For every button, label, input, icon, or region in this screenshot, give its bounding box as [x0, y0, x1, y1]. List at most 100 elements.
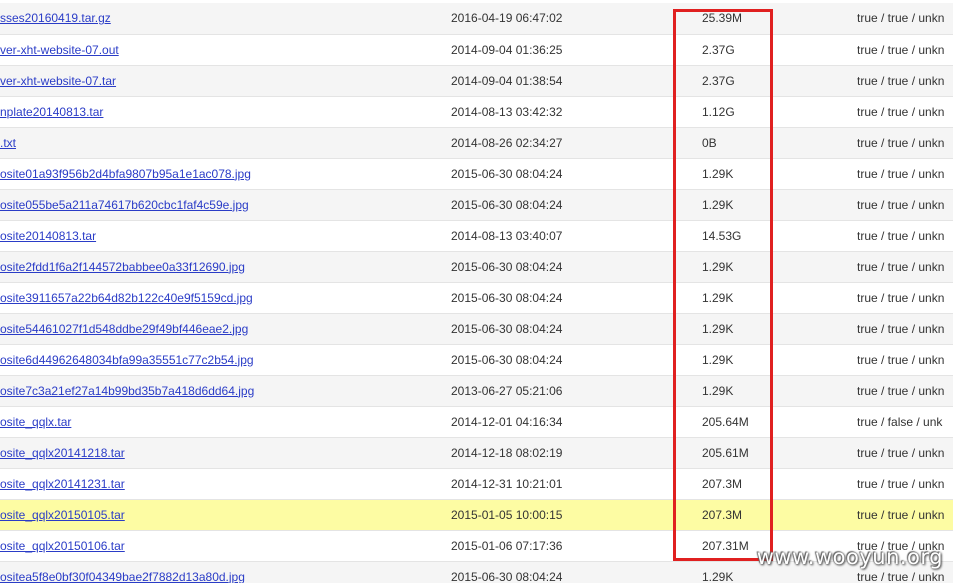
file-table: sses20160419.tar.gz 2016-04-19 06:47:02 25…: [0, 3, 953, 583]
table-row: osite_qqlx20141218.tar 2014-12-18 08:02:1…: [0, 437, 953, 469]
modified-date-cell: 2014-12-31 10:21:01: [451, 468, 702, 500]
table-row: osite6d44962648034bfa99a35551c77c2b54.jp…: [0, 344, 953, 376]
file-link[interactable]: osite7c3a21ef27a14b99bd35b7a418d6dd64.jp…: [0, 384, 254, 398]
file-link[interactable]: .txt: [0, 136, 16, 150]
file-name-cell: osite_qqlx20141231.tar: [0, 468, 451, 500]
file-name-cell: osite01a93f956b2d4bfa9807b95a1e1ac078.jp…: [0, 158, 451, 190]
file-size-cell: 207.3M: [702, 468, 857, 500]
file-size-cell: 1.29K: [702, 561, 857, 583]
file-size-cell: 25.39M: [702, 3, 857, 35]
modified-date-cell: 2015-06-30 08:04:24: [451, 282, 702, 314]
file-name-cell: osite_qqlx20150105.tar: [0, 499, 451, 531]
modified-date-cell: 2016-04-19 06:47:02: [451, 3, 702, 35]
file-link[interactable]: ositea5f8e0bf30f04349bae2f7882d13a80d.jp…: [0, 570, 245, 583]
file-listing-page: sses20160419.tar.gz 2016-04-19 06:47:02 25…: [0, 0, 953, 583]
file-name-cell: osite20140813.tar: [0, 220, 451, 252]
file-link[interactable]: sses20160419.tar.gz: [0, 11, 111, 25]
modified-date-cell: 2015-06-30 08:04:24: [451, 158, 702, 190]
file-size-cell: 1.29K: [702, 158, 857, 190]
permissions-cell: true / true / unkn: [857, 530, 953, 562]
file-size-cell: 1.12G: [702, 96, 857, 128]
permissions-cell: true / false / unk: [857, 406, 953, 438]
file-rows: sses20160419.tar.gz 2016-04-19 06:47:02 25…: [0, 3, 953, 583]
table-row: ver-xht-website-07.tar 2014-09-04 01:38:5…: [0, 65, 953, 97]
file-link[interactable]: osite_qqlx20141231.tar: [0, 477, 125, 491]
table-row: osite_qqlx20150105.tar 2015-01-05 10:00:1…: [0, 499, 953, 531]
file-name-cell: osite7c3a21ef27a14b99bd35b7a418d6dd64.jp…: [0, 375, 451, 407]
permissions-cell: true / true / unkn: [857, 34, 953, 66]
file-name-cell: osite_qqlx20150106.tar: [0, 530, 451, 562]
file-link[interactable]: osite54461027f1d548ddbe29f49bf446eae2.jp…: [0, 322, 248, 336]
file-name-cell: ositea5f8e0bf30f04349bae2f7882d13a80d.jp…: [0, 561, 451, 583]
table-row: osite_qqlx20141231.tar 2014-12-31 10:21:0…: [0, 468, 953, 500]
table-row: osite20140813.tar 2014-08-13 03:40:07 14.5…: [0, 220, 953, 252]
modified-date-cell: 2014-08-13 03:40:07: [451, 220, 702, 252]
file-size-cell: 205.61M: [702, 437, 857, 469]
file-size-cell: 1.29K: [702, 189, 857, 221]
file-size-cell: 205.64M: [702, 406, 857, 438]
modified-date-cell: 2015-01-06 07:17:36: [451, 530, 702, 562]
file-size-cell: 1.29K: [702, 251, 857, 283]
modified-date-cell: 2015-06-30 08:04:24: [451, 189, 702, 221]
file-link[interactable]: osite2fdd1f6a2f144572babbee0a33f12690.jp…: [0, 260, 245, 274]
permissions-cell: true / true / unkn: [857, 468, 953, 500]
permissions-cell: true / true / unkn: [857, 96, 953, 128]
modified-date-cell: 2015-06-30 08:04:24: [451, 313, 702, 345]
modified-date-cell: 2014-12-01 04:16:34: [451, 406, 702, 438]
file-name-cell: osite2fdd1f6a2f144572babbee0a33f12690.jp…: [0, 251, 451, 283]
file-link[interactable]: ver-xht-website-07.tar: [0, 74, 116, 88]
file-link[interactable]: osite_qqlx20150106.tar: [0, 539, 125, 553]
file-link[interactable]: osite_qqlx20150105.tar: [0, 508, 125, 522]
file-size-cell: 1.29K: [702, 313, 857, 345]
permissions-cell: true / true / unkn: [857, 499, 953, 531]
permissions-cell: true / true / unkn: [857, 313, 953, 345]
permissions-cell: true / true / unkn: [857, 251, 953, 283]
file-size-cell: 207.3M: [702, 499, 857, 531]
file-name-cell: ver-xht-website-07.out: [0, 34, 451, 66]
file-size-cell: 2.37G: [702, 65, 857, 97]
file-link[interactable]: ver-xht-website-07.out: [0, 43, 119, 57]
permissions-cell: true / true / unkn: [857, 344, 953, 376]
file-size-cell: 1.29K: [702, 344, 857, 376]
file-size-cell: 1.29K: [702, 282, 857, 314]
table-row: osite7c3a21ef27a14b99bd35b7a418d6dd64.jp…: [0, 375, 953, 407]
modified-date-cell: 2014-09-04 01:38:54: [451, 65, 702, 97]
modified-date-cell: 2014-12-18 08:02:19: [451, 437, 702, 469]
permissions-cell: true / true / unkn: [857, 282, 953, 314]
modified-date-cell: 2015-06-30 08:04:24: [451, 344, 702, 376]
file-link[interactable]: osite01a93f956b2d4bfa9807b95a1e1ac078.jp…: [0, 167, 251, 181]
file-name-cell: ver-xht-website-07.tar: [0, 65, 451, 97]
modified-date-cell: 2014-08-13 03:42:32: [451, 96, 702, 128]
file-link[interactable]: osite055be5a211a74617b620cbc1faf4c59e.jp…: [0, 198, 249, 212]
permissions-cell: true / true / unkn: [857, 220, 953, 252]
permissions-cell: true / true / unkn: [857, 65, 953, 97]
table-row: ver-xht-website-07.out 2014-09-04 01:36:2…: [0, 34, 953, 66]
file-link[interactable]: osite20140813.tar: [0, 229, 96, 243]
file-link[interactable]: osite_qqlx.tar: [0, 415, 71, 429]
permissions-cell: true / true / unkn: [857, 561, 953, 583]
permissions-cell: true / true / unkn: [857, 375, 953, 407]
file-link[interactable]: osite_qqlx20141218.tar: [0, 446, 125, 460]
modified-date-cell: 2014-09-04 01:36:25: [451, 34, 702, 66]
table-row: osite_qqlx20150106.tar 2015-01-06 07:17:3…: [0, 530, 953, 562]
file-link[interactable]: nplate20140813.tar: [0, 105, 103, 119]
modified-date-cell: 2015-06-30 08:04:24: [451, 251, 702, 283]
table-row: osite54461027f1d548ddbe29f49bf446eae2.jp…: [0, 313, 953, 345]
table-row: osite2fdd1f6a2f144572babbee0a33f12690.jp…: [0, 251, 953, 283]
file-name-cell: osite6d44962648034bfa99a35551c77c2b54.jp…: [0, 344, 451, 376]
file-name-cell: nplate20140813.tar: [0, 96, 451, 128]
file-name-cell: osite055be5a211a74617b620cbc1faf4c59e.jp…: [0, 189, 451, 221]
file-size-cell: 207.31M: [702, 530, 857, 562]
file-link[interactable]: osite3911657a22b64d82b122c40e9f5159cd.jp…: [0, 291, 253, 305]
permissions-cell: true / true / unkn: [857, 127, 953, 159]
file-name-cell: osite54461027f1d548ddbe29f49bf446eae2.jp…: [0, 313, 451, 345]
file-link[interactable]: osite6d44962648034bfa99a35551c77c2b54.jp…: [0, 353, 254, 367]
file-name-cell: .txt: [0, 127, 451, 159]
permissions-cell: true / true / unkn: [857, 158, 953, 190]
modified-date-cell: 2015-01-05 10:00:15: [451, 499, 702, 531]
permissions-cell: true / true / unkn: [857, 189, 953, 221]
file-name-cell: sses20160419.tar.gz: [0, 3, 451, 35]
modified-date-cell: 2014-08-26 02:34:27: [451, 127, 702, 159]
table-row: osite055be5a211a74617b620cbc1faf4c59e.jp…: [0, 189, 953, 221]
modified-date-cell: 2015-06-30 08:04:24: [451, 561, 702, 583]
